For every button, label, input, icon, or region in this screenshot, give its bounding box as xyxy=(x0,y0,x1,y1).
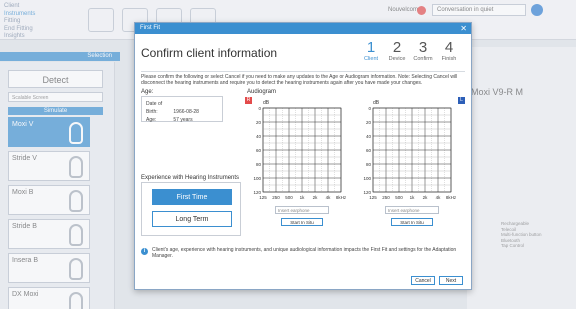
age-row: Age: 57 years xyxy=(146,116,218,124)
close-icon[interactable]: ✕ xyxy=(460,23,467,34)
right-x-tick: 2k xyxy=(313,195,319,200)
first-fit-dialog: First Fit ✕ Confirm client information 1… xyxy=(134,22,472,290)
right-y-tick: 40 xyxy=(256,134,262,139)
right-y-tick: 100 xyxy=(253,176,261,181)
left-y-tick: 80 xyxy=(366,162,372,167)
dob-row: Date of Birth: 1966-08-28 xyxy=(146,100,218,116)
info-icon: i xyxy=(141,248,148,255)
dialog-window-title: First Fit xyxy=(140,25,160,31)
left-x-tick: 125 xyxy=(369,195,377,200)
right-audiogram-unit: dB xyxy=(263,100,270,106)
cancel-button[interactable]: Cancel xyxy=(411,276,435,285)
audiogram-charts: dB 125 250 500 1k 2k 4k 8kHz 0 20 40 60 80 100 120 dB 12… xyxy=(253,100,457,200)
audiogram-panel: R L dB 125 250 500 1k 2k 4k 8kHz 0 20 40 60 80 100 120… xyxy=(245,96,465,239)
right-x-tick: 125 xyxy=(259,195,267,200)
left-earphone-select[interactable]: Insert earphone xyxy=(385,206,439,214)
step-device: 2 Device xyxy=(385,39,409,63)
right-x-tick: 500 xyxy=(285,195,293,200)
left-x-tick: 8kHz xyxy=(446,195,457,200)
dialog-title-bar: First Fit ✕ xyxy=(135,23,471,34)
step-number: 3 xyxy=(418,39,428,56)
right-earphone-select[interactable]: Insert earphone xyxy=(275,206,329,214)
left-y-tick: 60 xyxy=(366,148,372,153)
right-insitu-button[interactable]: Start In Situ xyxy=(281,218,323,226)
step-label: Confirm xyxy=(413,56,433,62)
dialog-heading: Confirm client information xyxy=(141,46,278,60)
left-x-tick: 2k xyxy=(423,195,429,200)
experience-label: Experience with Hearing Instruments xyxy=(141,175,240,181)
left-y-tick: 40 xyxy=(366,134,372,139)
left-x-tick: 500 xyxy=(395,195,403,200)
right-y-tick: 80 xyxy=(256,162,262,167)
step-number: 1 xyxy=(366,39,376,56)
experience-box: First Time Long Term xyxy=(141,182,241,236)
left-y-tick: 20 xyxy=(366,120,372,125)
age-value: 57 years xyxy=(173,117,193,123)
right-x-tick: 4k xyxy=(326,195,332,200)
left-x-tick: 250 xyxy=(382,195,390,200)
divider xyxy=(141,71,465,72)
audiogram-label: Audiogram xyxy=(247,89,277,95)
step-finish: 4 Finish xyxy=(437,39,461,63)
first-time-button[interactable]: First Time xyxy=(152,189,232,205)
dob-key: Date of Birth: xyxy=(146,101,163,115)
step-label: Device xyxy=(388,56,406,62)
next-button[interactable]: Next xyxy=(439,276,463,285)
right-x-tick: 8kHz xyxy=(336,195,347,200)
left-x-tick: 4k xyxy=(436,195,442,200)
step-label: Finish xyxy=(441,56,457,62)
wizard-steps: 1 Client 2 Device 3 Confirm 4 Finish xyxy=(359,40,463,68)
step-client: 1 Client xyxy=(359,39,383,63)
left-audiogram-unit: dB xyxy=(373,100,380,106)
info-text: Client's age, experience with hearing in… xyxy=(152,247,457,259)
age-key: Age: xyxy=(146,117,157,123)
left-y-tick: 120 xyxy=(363,190,371,195)
right-y-tick: 20 xyxy=(256,120,262,125)
left-insitu-button[interactable]: Start In Situ xyxy=(391,218,433,226)
step-number: 2 xyxy=(392,39,402,56)
instructions-text: Please confirm the following or select C… xyxy=(141,74,458,86)
right-x-tick: 250 xyxy=(272,195,280,200)
dob-value: 1966-08-28 xyxy=(173,109,199,115)
info-note: i Client's age, experience with hearing … xyxy=(141,247,466,261)
step-confirm: 3 Confirm xyxy=(411,39,435,63)
age-section-label: Age: xyxy=(141,89,154,95)
step-number: 4 xyxy=(444,39,454,56)
right-y-tick: 0 xyxy=(258,106,261,111)
left-y-tick: 100 xyxy=(363,176,371,181)
left-y-tick: 0 xyxy=(368,106,371,111)
age-info-box: Date of Birth: 1966-08-28 Age: 57 years xyxy=(141,96,223,124)
left-x-tick: 1k xyxy=(410,195,416,200)
right-y-tick: 120 xyxy=(253,190,261,195)
right-x-tick: 1k xyxy=(300,195,306,200)
right-y-tick: 60 xyxy=(256,148,262,153)
step-label: Client xyxy=(363,56,379,62)
long-term-button[interactable]: Long Term xyxy=(152,211,232,227)
